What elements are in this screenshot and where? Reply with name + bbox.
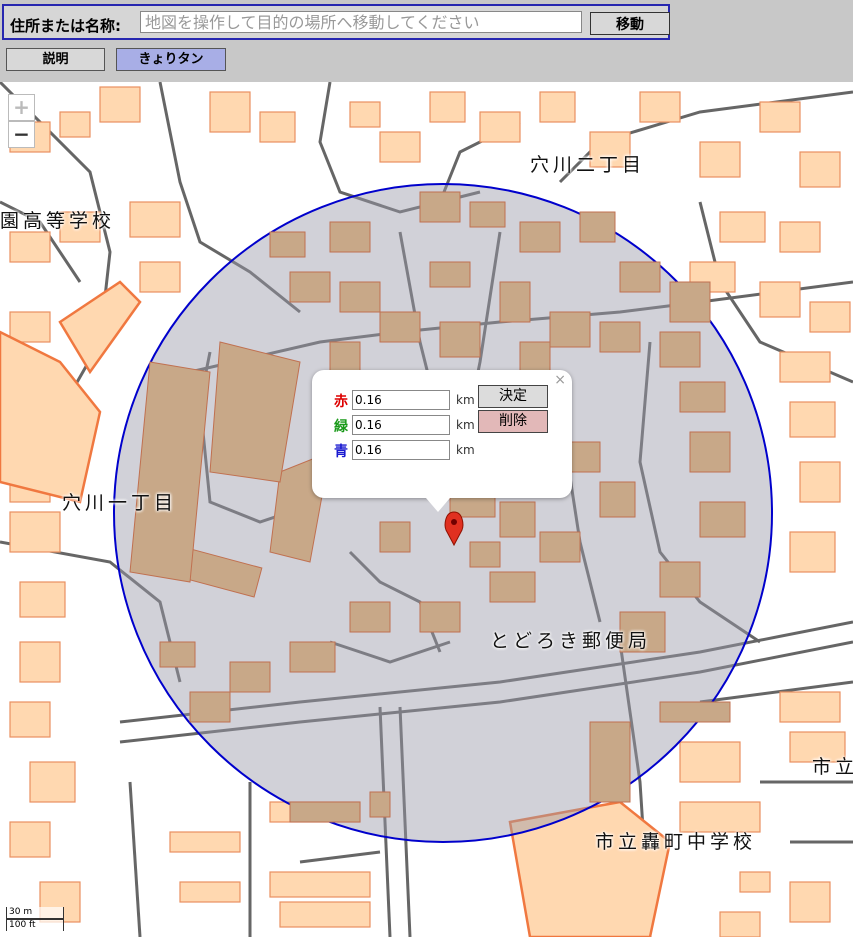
radius-input-green[interactable]	[352, 415, 450, 435]
radius-unit-green: km	[456, 418, 475, 432]
radius-label-red: 赤	[334, 394, 348, 410]
top-toolbar: 住所または名称: 移動 説明 きょりタン	[0, 0, 853, 82]
scale-bar: 30 m 100 ft	[6, 907, 64, 931]
map-label-anagawa2: 穴川二丁目	[530, 154, 646, 176]
radius-input-blue[interactable]	[352, 440, 450, 460]
radius-unit-red: km	[456, 393, 475, 407]
search-form: 住所または名称: 移動	[2, 4, 670, 40]
map-label-junior-high: 市立轟町中学校	[595, 831, 757, 853]
zoom-in-button[interactable]: +	[8, 94, 35, 121]
map-label-school-left: 園高等学校	[0, 210, 116, 232]
radius-label-green: 緑	[334, 419, 348, 435]
radius-unit-blue: km	[456, 443, 475, 457]
scale-metric: 30 m	[6, 907, 64, 919]
scale-imperial: 100 ft	[6, 919, 64, 931]
confirm-button[interactable]: 決定	[478, 385, 548, 408]
map-label-anagawa1: 穴川一丁目	[62, 492, 178, 514]
radius-label-blue: 青	[334, 444, 348, 460]
map-label-shiritsu: 市立	[812, 756, 853, 778]
radius-input-red[interactable]	[352, 390, 450, 410]
kyori-tan-button[interactable]: きょりタン	[116, 48, 226, 71]
distance-popup: × 赤 km 緑 km 青 km 決定 削除	[312, 370, 572, 512]
map-canvas[interactable]: + − 穴川二丁目 園高等学校 穴川一丁目 とどろき郵便局 市立 市立轟町中学校…	[0, 82, 853, 937]
map-label-post-office: とどろき郵便局	[490, 630, 652, 652]
close-icon[interactable]: ×	[554, 372, 566, 388]
help-button[interactable]: 説明	[6, 48, 105, 71]
move-button[interactable]: 移動	[590, 12, 670, 35]
search-label: 住所または名称:	[10, 17, 121, 35]
zoom-out-button[interactable]: −	[8, 121, 35, 148]
delete-button[interactable]: 削除	[478, 410, 548, 433]
search-input[interactable]	[140, 11, 582, 33]
